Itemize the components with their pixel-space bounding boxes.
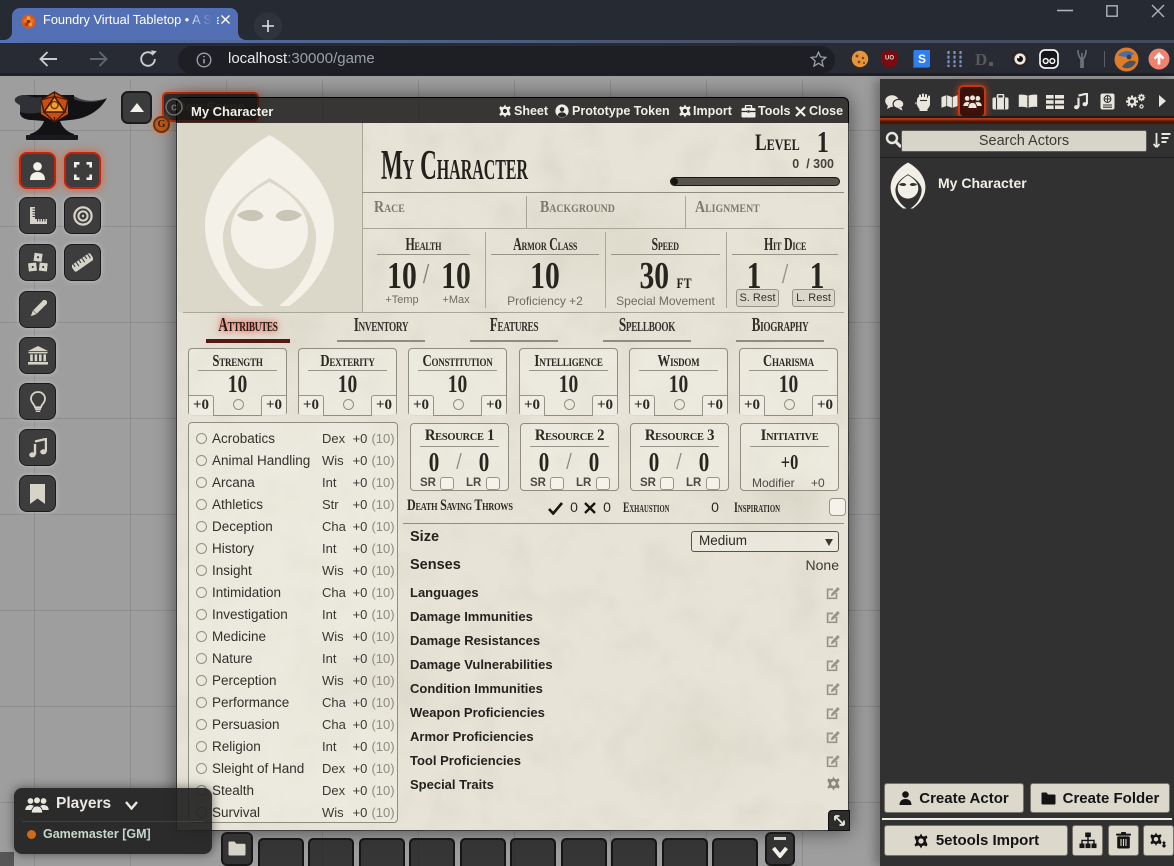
svg-text:UO: UO <box>885 56 894 62</box>
svg-text:D: D <box>975 50 987 68</box>
svg-text:S: S <box>918 52 926 66</box>
svg-text:c: c <box>171 102 177 114</box>
